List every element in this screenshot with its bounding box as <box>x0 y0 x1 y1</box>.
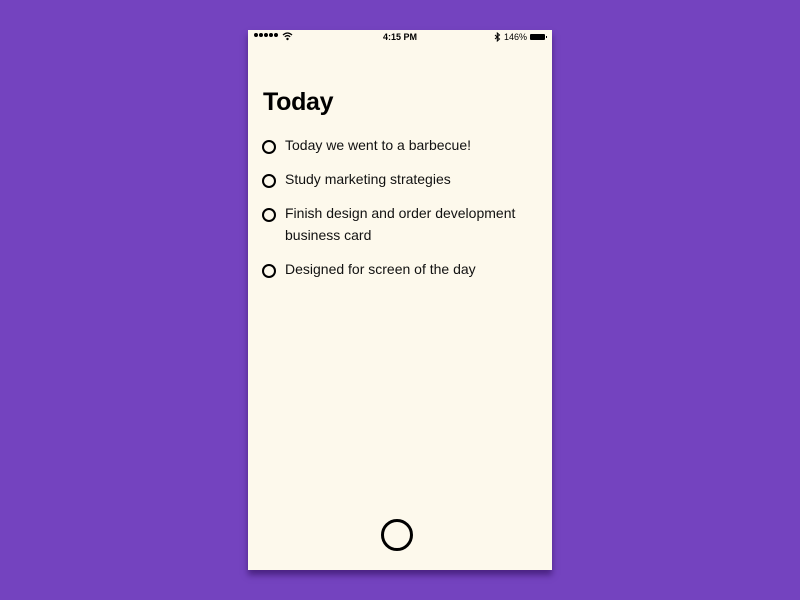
phone-screen: 4:15 PM 146% Today Today we went to a ba… <box>248 30 552 570</box>
task-checkbox[interactable] <box>262 174 276 188</box>
task-item: Finish design and order development busi… <box>262 204 542 246</box>
task-text[interactable]: Today we went to a barbecue! <box>285 134 471 156</box>
task-text[interactable]: Designed for screen of the day <box>285 258 476 280</box>
task-item: Today we went to a barbecue! <box>262 136 542 156</box>
task-list: Today we went to a barbecue! Study marke… <box>262 136 542 294</box>
task-checkbox[interactable] <box>262 208 276 222</box>
task-item: Designed for screen of the day <box>262 260 542 280</box>
battery-percent: 146% <box>504 32 528 42</box>
page-title: Today <box>263 88 334 116</box>
bluetooth-icon <box>494 32 501 42</box>
task-text[interactable]: Study marketing strategies <box>285 168 451 190</box>
battery-icon <box>530 34 547 40</box>
task-text[interactable]: Finish design and order development busi… <box>285 202 542 246</box>
status-bar: 4:15 PM 146% <box>248 30 552 46</box>
task-checkbox[interactable] <box>262 264 276 278</box>
task-item: Study marketing strategies <box>262 170 542 190</box>
task-checkbox[interactable] <box>262 140 276 154</box>
add-task-button[interactable] <box>381 519 413 551</box>
